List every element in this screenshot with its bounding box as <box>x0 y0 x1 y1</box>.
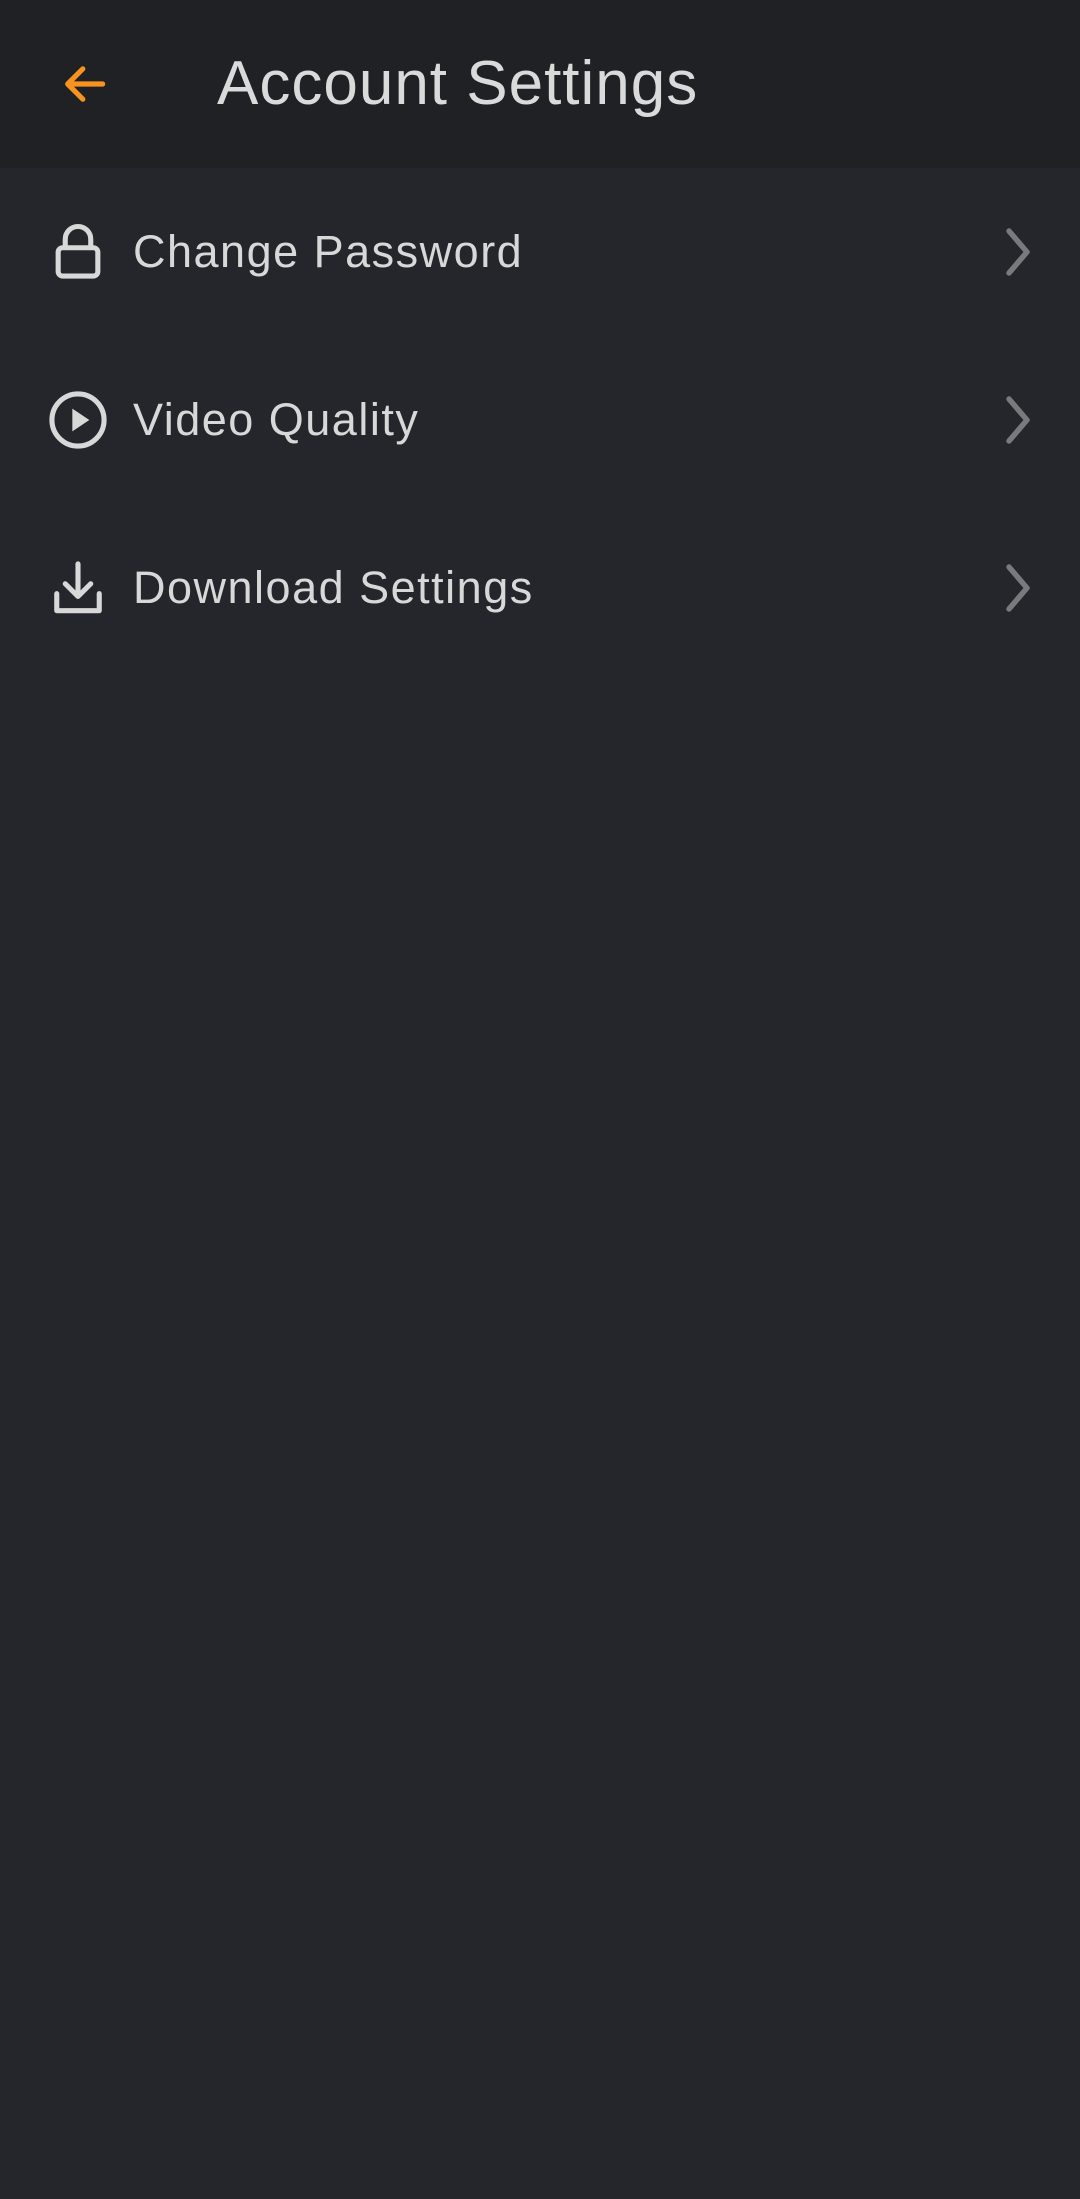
download-settings-item[interactable]: Download Settings <box>0 504 1080 672</box>
change-password-item[interactable]: Change Password <box>0 168 1080 336</box>
video-quality-item[interactable]: Video Quality <box>0 336 1080 504</box>
download-settings-label: Download Settings <box>133 562 534 613</box>
chevron-right-icon <box>1006 564 1030 612</box>
settings-list: Change Password Video Quality Download S… <box>0 168 1080 672</box>
download-icon <box>54 561 102 614</box>
lock-icon <box>55 223 101 279</box>
page-title: Account Settings <box>217 49 699 118</box>
back-button[interactable] <box>48 50 120 118</box>
chevron-right-icon <box>1006 228 1030 276</box>
chevron-right-icon <box>1006 396 1030 444</box>
video-quality-label: Video Quality <box>133 394 420 445</box>
arrow-left-icon <box>65 66 106 102</box>
change-password-label: Change Password <box>133 226 524 277</box>
play-circle-icon <box>49 391 107 449</box>
app-bar: Account Settings <box>0 0 1080 168</box>
